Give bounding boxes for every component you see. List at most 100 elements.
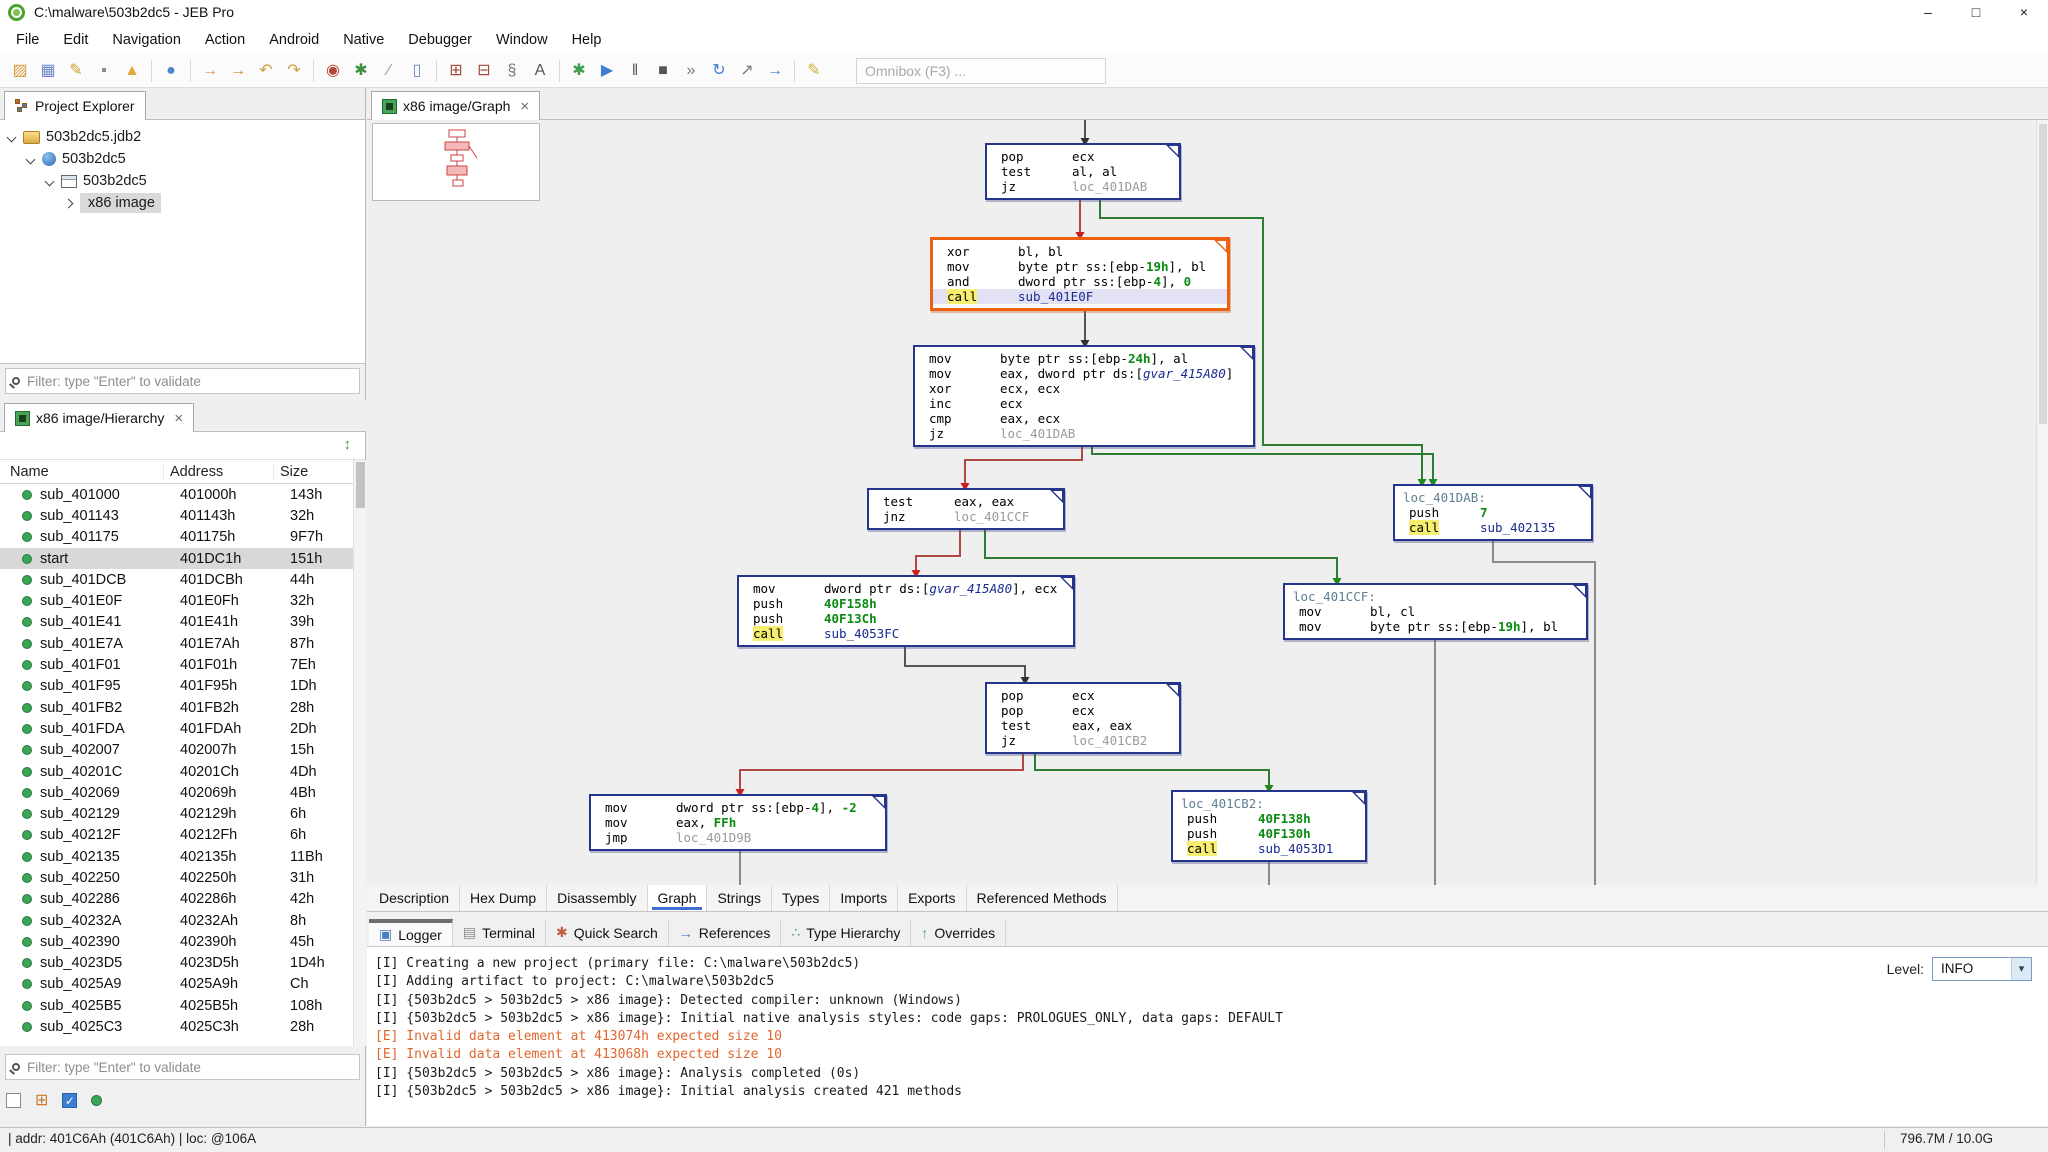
scrollbar-thumb[interactable] (356, 462, 365, 508)
save-icon[interactable]: ▦ (35, 59, 61, 83)
table-row[interactable]: sub_401175401175h9F7h (0, 527, 365, 548)
pause-icon[interactable]: ‖ (622, 59, 648, 83)
pin-icon[interactable]: ▪ (91, 59, 117, 83)
filter-checkbox-checked[interactable]: ✓ (62, 1093, 77, 1108)
rename-icon[interactable]: A (527, 59, 553, 83)
table-row[interactable]: sub_4025A94025A9hCh (0, 974, 365, 995)
table-row[interactable]: sub_40212F40212Fh6h (0, 825, 365, 846)
tab-strings[interactable]: Strings (707, 885, 772, 911)
table-row[interactable]: sub_401143401143h32h (0, 505, 365, 526)
graph-scrollbar[interactable] (2036, 120, 2048, 885)
table-row[interactable]: sub_401F95401F95h1Dh (0, 676, 365, 697)
column-header-name[interactable]: Name (0, 464, 164, 480)
stop-icon[interactable]: ■ (650, 59, 676, 83)
table-row[interactable]: sub_402250402250h31h (0, 867, 365, 888)
table-row[interactable]: sub_402135402135h11Bh (0, 846, 365, 867)
chevron-down-icon[interactable] (7, 132, 17, 142)
tab-exports[interactable]: Exports (898, 885, 966, 911)
table-row[interactable]: sub_402286402286h42h (0, 889, 365, 910)
menu-file[interactable]: File (4, 26, 51, 54)
table-row[interactable]: sub_401E7A401E7Ah87h (0, 633, 365, 654)
menu-debugger[interactable]: Debugger (396, 26, 484, 54)
script-icon[interactable]: ✎ (801, 59, 827, 83)
warning-icon[interactable]: ▲ (119, 59, 145, 83)
hex-grid-icon[interactable]: ⊞ (443, 59, 469, 83)
basic-block-b4[interactable]: testeax, eaxjnzloc_401CCF (867, 488, 1065, 530)
tab-description[interactable]: Description (369, 885, 460, 911)
table-row[interactable]: sub_401E0F401E0Fh32h (0, 590, 365, 611)
basic-block-b1[interactable]: popecxtestal, aljzloc_401DAB (985, 143, 1181, 200)
close-icon[interactable]: × (520, 98, 529, 115)
tree-mode-icon[interactable]: ↕ (344, 436, 352, 453)
detach-icon[interactable]: ↗ (734, 59, 760, 83)
table-row[interactable]: sub_401E41401E41h39h (0, 612, 365, 633)
tab-logger[interactable]: ▣Logger (369, 919, 453, 946)
table-row[interactable]: sub_401000401000h143h (0, 484, 365, 505)
menu-navigation[interactable]: Navigation (100, 26, 193, 54)
menu-edit[interactable]: Edit (51, 26, 100, 54)
basic-block-b8[interactable]: popecxpopecxtesteax, eaxjzloc_401CB2 (985, 682, 1181, 754)
tab-graph-view[interactable]: x86 image/Graph × (371, 91, 540, 120)
jump-icon[interactable]: → (762, 59, 788, 83)
tab-overrides[interactable]: ↑Overrides (911, 919, 1006, 946)
table-row[interactable]: sub_402390402390h45h (0, 931, 365, 952)
close-icon[interactable]: × (174, 410, 183, 427)
table-row[interactable]: sub_402007402007h15h (0, 740, 365, 761)
redo-icon[interactable]: ↷ (281, 59, 307, 83)
table-row[interactable]: sub_40201C40201Ch4Dh (0, 761, 365, 782)
hierarchy-filter-input[interactable] (27, 1060, 353, 1075)
label-icon[interactable]: § (499, 59, 525, 83)
basic-block-b7[interactable]: loc_401CCF:movbl, clmovbyte ptr ss:[ebp-… (1283, 583, 1588, 640)
restart-icon[interactable]: ↻ (706, 59, 732, 83)
project-filter-input[interactable] (27, 374, 353, 389)
basic-block-b9[interactable]: movdword ptr ss:[ebp-4], -2moveax, FFhjm… (589, 794, 887, 851)
document-icon[interactable]: ▯ (404, 59, 430, 83)
basic-block-b6[interactable]: movdword ptr ds:[gvar_415A80], ecxpush40… (737, 575, 1075, 647)
filter-checkbox-unchecked[interactable] (6, 1093, 21, 1108)
strike-icon[interactable]: ∕ (376, 59, 402, 83)
edit-icon[interactable]: ✎ (63, 59, 89, 83)
open-file-icon[interactable]: ▨ (7, 59, 33, 83)
grid-filter-icon[interactable]: ⊞ (35, 1093, 48, 1108)
undo-icon[interactable]: ↶ (253, 59, 279, 83)
minimize-button[interactable]: – (1904, 0, 1952, 26)
tab-type-hierarchy[interactable]: ∴Type Hierarchy (781, 919, 911, 946)
run-icon[interactable]: ▶ (594, 59, 620, 83)
native-analysis-icon[interactable]: ✱ (566, 59, 592, 83)
table-row[interactable]: sub_402069402069h4Bh (0, 782, 365, 803)
table-row[interactable]: sub_4023D54023D5h1D4h (0, 953, 365, 974)
column-header-address[interactable]: Address (164, 464, 274, 480)
array-grid-icon[interactable]: ⊟ (471, 59, 497, 83)
tree-item-503b2dc5[interactable]: 503b2dc5 (0, 148, 365, 170)
table-row[interactable]: sub_4025B54025B5h108h (0, 995, 365, 1016)
close-button[interactable]: × (2000, 0, 2048, 26)
method-filter-icon[interactable] (91, 1095, 102, 1106)
tab-hierarchy[interactable]: x86 image/Hierarchy × (4, 403, 194, 432)
menu-android[interactable]: Android (257, 26, 331, 54)
table-row[interactable]: sub_401FB2401FB2h28h (0, 697, 365, 718)
table-row[interactable]: start401DC1h151h (0, 548, 365, 569)
menu-native[interactable]: Native (331, 26, 396, 54)
omnibox-input[interactable] (856, 58, 1106, 84)
chevron-down-icon[interactable] (45, 176, 55, 186)
tab-referenced-methods[interactable]: Referenced Methods (967, 885, 1118, 911)
scrollbar-thumb[interactable] (2039, 124, 2047, 424)
tab-disassembly[interactable]: Disassembly (547, 885, 647, 911)
tab-terminal[interactable]: ▤Terminal (453, 919, 546, 946)
table-row[interactable]: sub_401F01401F01h7Eh (0, 654, 365, 675)
menu-help[interactable]: Help (560, 26, 614, 54)
comment-icon[interactable]: ✱ (348, 59, 374, 83)
maximize-button[interactable]: □ (1952, 0, 2000, 26)
tab-graph[interactable]: Graph (648, 885, 708, 911)
tab-references[interactable]: →References (669, 919, 782, 946)
tab-project-explorer[interactable]: Project Explorer (4, 91, 146, 120)
tree-item-x86-image[interactable]: x86 image (0, 192, 365, 214)
memory-usage[interactable]: 796.7M / 10.0G (1900, 1131, 1993, 1146)
tab-types[interactable]: Types (772, 885, 830, 911)
globe-icon[interactable]: ● (158, 59, 184, 83)
tree-item-503b2dc5-jdb2[interactable]: 503b2dc5.jdb2 (0, 126, 365, 148)
table-row[interactable]: sub_401DCB401DCBh44h (0, 569, 365, 590)
menu-window[interactable]: Window (484, 26, 560, 54)
table-row[interactable]: sub_40232A40232Ah8h (0, 910, 365, 931)
level-dropdown[interactable]: INFO ▾ (1932, 957, 2032, 981)
